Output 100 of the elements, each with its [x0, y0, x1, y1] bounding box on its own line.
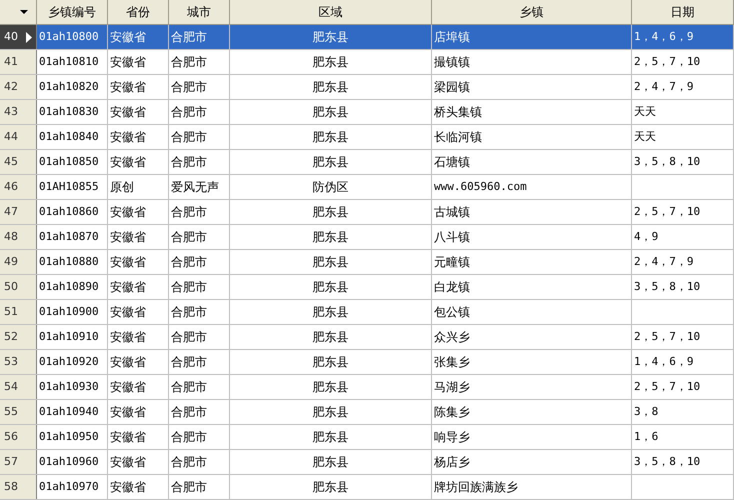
table-cell-text: 3，8 — [634, 404, 658, 420]
table-cell-text: 肥东县 — [312, 279, 348, 296]
table-cell-text: 原创 — [110, 179, 134, 196]
row-header[interactable]: 44 — [0, 125, 37, 149]
table-cell-text: 安徽省 — [110, 354, 146, 371]
row-number: 43 — [4, 104, 18, 120]
table-cell-text: 陈集乡 — [434, 404, 470, 421]
row-header[interactable]: 53 — [0, 350, 37, 374]
table-cell-text: 安徽省 — [110, 79, 146, 96]
table-cell-text: 安徽省 — [110, 479, 146, 496]
table-cell-text: 2，4，7，9 — [634, 78, 694, 95]
table-cell-text: 合肥市 — [171, 29, 207, 46]
table-cell-text: 合肥市 — [171, 104, 207, 121]
table-cell-text: 天天 — [634, 128, 656, 145]
table-cell-text: 1，4，6，9 — [634, 354, 694, 370]
row-header[interactable]: 57 — [0, 450, 37, 474]
table-cell-text: 01ah10840 — [39, 128, 99, 145]
row-header[interactable]: 55 — [0, 400, 37, 424]
table-cell-text: 八斗镇 — [434, 229, 470, 246]
row-number: 53 — [4, 354, 18, 370]
table-cell-text: 2，5，7，10 — [634, 204, 700, 220]
table-cell-text: 3，5，8，10 — [634, 154, 700, 170]
table-cell-text: 安徽省 — [110, 29, 146, 46]
row-number: 55 — [4, 404, 18, 420]
row-header[interactable]: 49 — [0, 250, 37, 274]
table-cell-text: 安徽省 — [110, 154, 146, 171]
table-cell-text: 2，5，7，10 — [634, 328, 700, 345]
row-header[interactable]: 40 — [0, 25, 37, 49]
column-header[interactable]: 乡镇编号 — [37, 0, 108, 24]
table-cell-text: 合肥市 — [171, 329, 207, 346]
row-header[interactable]: 51 — [0, 300, 37, 324]
row-header[interactable]: 42 — [0, 75, 37, 99]
table-cell-text: 店埠镇 — [434, 29, 470, 46]
table-cell-text: 牌坊回族满族乡 — [434, 479, 518, 496]
row-header[interactable]: 47 — [0, 200, 37, 224]
table-cell-text: 01ah10860 — [39, 204, 99, 220]
row-number: 47 — [4, 204, 18, 220]
table-cell-text: 肥东县 — [312, 404, 348, 421]
table-cell-text: 肥东县 — [312, 304, 348, 321]
table-cell-text: 肥东县 — [312, 204, 348, 221]
column-header[interactable]: 区域 — [230, 0, 432, 24]
table-cell-text: 马湖乡 — [434, 379, 470, 396]
table-cell-text: 肥东县 — [312, 54, 348, 71]
row-header[interactable]: 50 — [0, 275, 37, 299]
table-cell-text: 01ah10820 — [39, 78, 99, 95]
row-number: 50 — [4, 278, 18, 295]
table-cell-text: 石塘镇 — [434, 154, 470, 171]
table-cell-text: 安徽省 — [110, 379, 146, 396]
row-number: 49 — [4, 254, 18, 270]
column-header[interactable]: 省份 — [108, 0, 169, 24]
table-cell-text: 安徽省 — [110, 229, 146, 246]
row-header[interactable]: 54 — [0, 375, 37, 399]
table-cell-text: 01ah10940 — [39, 404, 99, 420]
table-cell-text: 01ah10910 — [39, 328, 99, 345]
row-header[interactable]: 52 — [0, 325, 37, 349]
table-cell-text: 1，6 — [634, 428, 658, 445]
row-header[interactable]: 56 — [0, 425, 37, 449]
table-cell-text: 合肥市 — [171, 479, 207, 496]
row-header[interactable]: 41 — [0, 50, 37, 74]
table-cell-text: 4，9 — [634, 228, 658, 245]
column-header[interactable]: 乡镇 — [432, 0, 632, 24]
table-cell-text: 元疃镇 — [434, 254, 470, 271]
table-cell-text: 合肥市 — [171, 429, 207, 446]
table-cell-text: 合肥市 — [171, 229, 207, 246]
table-cell-text: 合肥市 — [171, 404, 207, 421]
table-cell-text: 合肥市 — [171, 379, 207, 396]
table-cell-text: 爱风无声 — [171, 179, 219, 196]
row-number: 51 — [4, 304, 18, 320]
table-cell-text: 01ah10960 — [39, 454, 99, 470]
row-header[interactable]: 43 — [0, 100, 37, 124]
table-cell-text: 肥东县 — [312, 154, 348, 171]
table-cell-text: 01ah10870 — [39, 228, 99, 245]
table-cell-text: 01ah10920 — [39, 354, 99, 370]
table-cell-text: 天天 — [634, 104, 656, 120]
row-number: 52 — [4, 328, 18, 345]
table-cell-text: 合肥市 — [171, 354, 207, 371]
table-cell-text: 2，4，7，9 — [634, 254, 694, 270]
column-header[interactable]: 日期 — [632, 0, 734, 24]
row-header[interactable]: 48 — [0, 225, 37, 249]
table-cell-text: 白龙镇 — [434, 279, 470, 296]
column-header[interactable]: 城市 — [169, 0, 230, 24]
table-cell-text: 古城镇 — [434, 204, 470, 221]
row-number: 57 — [4, 454, 18, 470]
table-cell-text: 合肥市 — [171, 454, 207, 471]
table-cell-text: 肥东县 — [312, 354, 348, 371]
row-number: 41 — [4, 54, 18, 70]
table-cell-text: 合肥市 — [171, 304, 207, 321]
row-header[interactable]: 46 — [0, 175, 37, 199]
table-cell-text: 合肥市 — [171, 154, 207, 171]
table-cell-text: 肥东县 — [312, 454, 348, 471]
row-number: 45 — [4, 154, 18, 170]
table-cell-text: 杨店乡 — [434, 454, 470, 471]
table-cell-text: 合肥市 — [171, 129, 207, 146]
table-cell-text: 01ah10890 — [39, 278, 99, 295]
row-header[interactable]: 58 — [0, 475, 37, 499]
table-cell-text: 安徽省 — [110, 204, 146, 221]
current-row-icon — [26, 32, 32, 42]
row-header[interactable]: 45 — [0, 150, 37, 174]
row-number: 58 — [4, 478, 18, 495]
table-cell-text: 01ah10930 — [39, 378, 99, 395]
